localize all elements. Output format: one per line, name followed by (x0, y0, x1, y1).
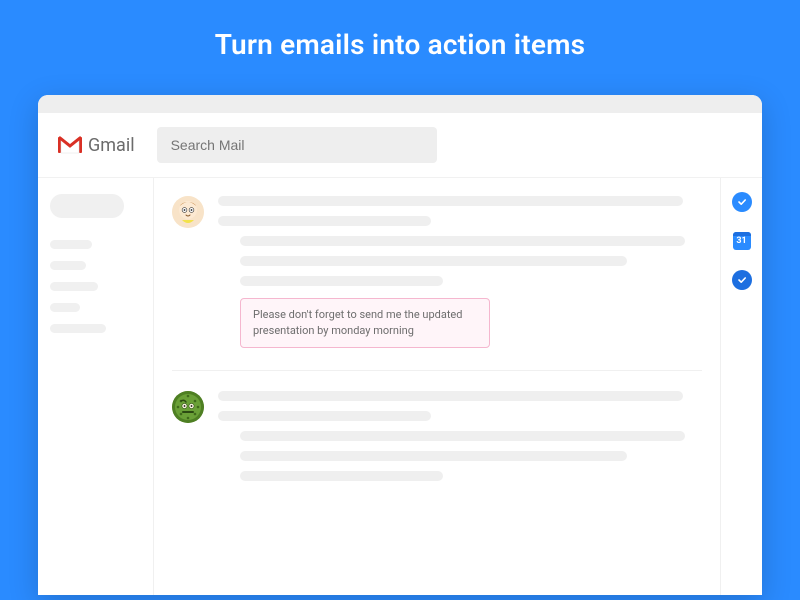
email-message: Please don't forget to send me the updat… (172, 196, 702, 371)
text-placeholder (218, 196, 683, 206)
text-placeholder (240, 471, 443, 481)
hero-title: Turn emails into action items (215, 28, 586, 61)
avatar (172, 196, 204, 228)
email-message (172, 391, 702, 513)
action-item-highlight[interactable]: Please don't forget to send me the updat… (240, 298, 490, 348)
text-placeholder (218, 411, 431, 421)
sidebar-item[interactable] (50, 240, 92, 249)
calendar-day-label: 31 (736, 236, 746, 246)
sidebar-item[interactable] (50, 303, 80, 312)
window-titlebar (38, 95, 762, 113)
gmail-logo: Gmail (58, 135, 135, 156)
text-placeholder (218, 216, 431, 226)
avatar (172, 391, 204, 423)
sidebar-item[interactable] (50, 324, 106, 333)
side-rail: 31 (720, 178, 762, 595)
message-body: Please don't forget to send me the updat… (218, 196, 702, 348)
sidebar-item[interactable] (50, 282, 98, 291)
calendar-icon[interactable]: 31 (733, 232, 751, 250)
gmail-wordmark: Gmail (88, 135, 135, 156)
app-body: Please don't forget to send me the updat… (38, 178, 762, 595)
sidebar (38, 178, 154, 595)
check-icon[interactable] (732, 192, 752, 212)
gmail-icon (58, 136, 82, 154)
search-input[interactable] (157, 127, 437, 163)
text-placeholder (240, 236, 685, 246)
text-placeholder (240, 256, 627, 266)
text-placeholder (240, 431, 685, 441)
sidebar-item[interactable] (50, 261, 86, 270)
message-body (218, 391, 702, 491)
compose-button[interactable] (50, 194, 124, 218)
thread-view: Please don't forget to send me the updat… (154, 178, 720, 595)
text-placeholder (240, 276, 443, 286)
app-header: Gmail (38, 113, 762, 178)
app-window: Gmail (38, 95, 762, 595)
text-placeholder (240, 451, 627, 461)
text-placeholder (218, 391, 683, 401)
tasks-icon[interactable] (732, 270, 752, 290)
